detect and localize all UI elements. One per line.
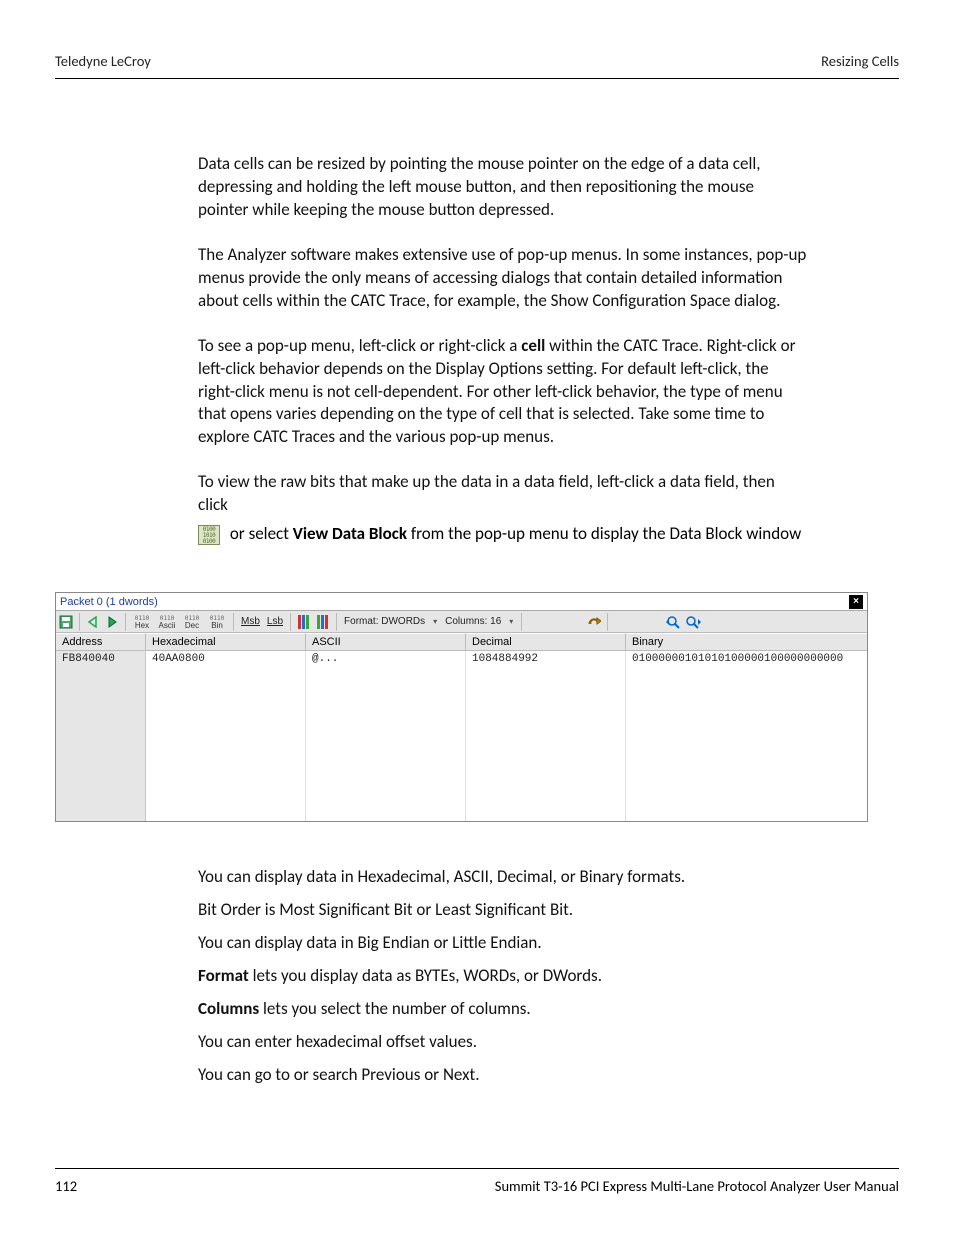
hex-mode-button[interactable]: 0110Hex	[131, 615, 153, 629]
bin-mode-button[interactable]: 0110Bin	[206, 615, 228, 629]
close-button[interactable]: ×	[849, 595, 863, 609]
window-title: Packet 0 (1 dwords)	[60, 596, 158, 608]
save-button[interactable]	[58, 613, 74, 631]
paragraph-offset: You can enter hexadecimal offset values.	[198, 1031, 808, 1054]
paragraph-search: You can go to or search Previous or Next…	[198, 1064, 808, 1087]
columns-label: Columns: 16	[443, 616, 503, 627]
bits-icon: 010010100100	[198, 525, 220, 545]
dec-mode-button[interactable]: 0110Dec	[181, 615, 203, 629]
cell-hex: 40AA0800	[146, 651, 306, 821]
page-header: Teledyne LeCroy Resizing Cells	[55, 52, 899, 79]
cell-binary: 01000000101010100000100000000000	[626, 651, 867, 821]
next-button[interactable]	[104, 613, 120, 631]
go-button[interactable]	[586, 613, 602, 631]
paragraph-endian: You can display data in Big Endian or Li…	[198, 932, 808, 955]
paragraph-resize-cells: Data cells can be resized by pointing th…	[198, 153, 808, 222]
header-decimal: Decimal	[466, 633, 626, 650]
cell-ascii: @...	[306, 651, 466, 821]
paragraph-view-raw-bits-2: 010010100100 or select View Data Block f…	[198, 523, 808, 546]
column-headers: Address Hexadecimal ASCII Decimal Binary	[56, 633, 867, 651]
manual-title: Summit T3-16 PCI Express Multi-Lane Prot…	[495, 1177, 899, 1195]
ascii-mode-button[interactable]: 0110Ascii	[156, 615, 178, 629]
data-block-window: Packet 0 (1 dwords) × 0110Hex 0110Ascii …	[55, 592, 868, 822]
search-prev-button[interactable]	[666, 613, 682, 631]
data-grid[interactable]: FB840040 40AA0800 @... 1084884992 010000…	[56, 651, 867, 821]
paragraph-format: Format lets you display data as BYTEs, W…	[198, 965, 808, 988]
header-address: Address	[56, 633, 146, 650]
toolbar: 0110Hex 0110Ascii 0110Dec 0110Bin Msb Ls…	[56, 611, 867, 633]
header-hex: Hexadecimal	[146, 633, 306, 650]
big-endian-button[interactable]	[296, 613, 312, 631]
lsb-button[interactable]: Lsb	[265, 616, 285, 627]
columns-dropdown[interactable]: ▾	[506, 617, 516, 626]
prev-button[interactable]	[85, 613, 101, 631]
search-next-button[interactable]	[685, 613, 701, 631]
paragraph-popup-howto: To see a pop-up menu, left-click or righ…	[198, 335, 808, 450]
page-footer: 112 Summit T3-16 PCI Express Multi-Lane …	[55, 1168, 899, 1195]
window-titlebar: Packet 0 (1 dwords) ×	[56, 593, 867, 611]
format-label: Format: DWORDs	[342, 616, 427, 627]
cell-address: FB840040	[56, 651, 146, 821]
page-number: 112	[55, 1177, 77, 1195]
format-dropdown[interactable]: ▾	[430, 617, 440, 626]
header-binary: Binary	[626, 633, 867, 650]
paragraph-bit-order: Bit Order is Most Significant Bit or Lea…	[198, 899, 808, 922]
paragraph-columns: Columns lets you select the number of co…	[198, 998, 808, 1021]
paragraph-view-raw-bits-1: To view the raw bits that make up the da…	[198, 471, 808, 517]
header-ascii: ASCII	[306, 633, 466, 650]
msb-button[interactable]: Msb	[239, 616, 262, 627]
little-endian-button[interactable]	[315, 613, 331, 631]
paragraph-display-formats: You can display data in Hexadecimal, ASC…	[198, 866, 808, 889]
cell-decimal: 1084884992	[466, 651, 626, 821]
header-left: Teledyne LeCroy	[55, 52, 151, 70]
paragraph-popup-intro: The Analyzer software makes extensive us…	[198, 244, 808, 313]
header-right: Resizing Cells	[821, 52, 899, 70]
